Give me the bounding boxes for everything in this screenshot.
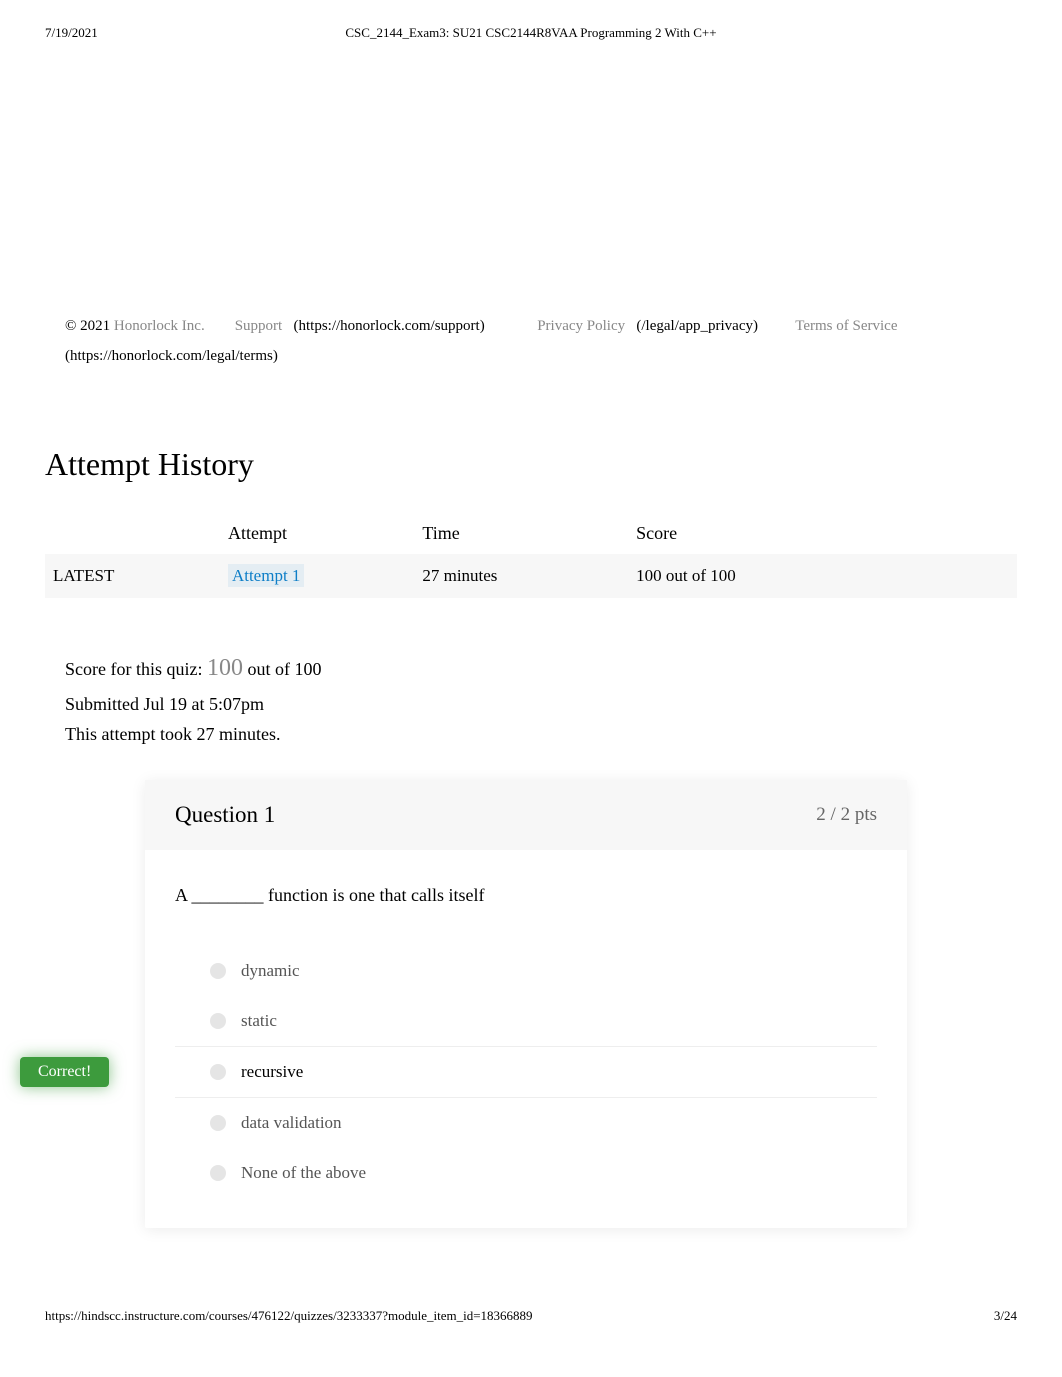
question-header: Question 1 2 / 2 pts (145, 780, 907, 850)
col-header-attempt: Attempt (220, 513, 414, 554)
question-body: A ________ function is one that calls it… (145, 850, 907, 1228)
terms-link[interactable]: Terms of Service (795, 318, 897, 334)
correct-badge: Correct! (20, 1057, 109, 1087)
question-card: Question 1 2 / 2 pts A ________ function… (145, 780, 907, 1228)
attempt-history-table: Attempt Time Score LATEST Attempt 1 27 m… (45, 513, 1017, 598)
radio-icon (210, 1165, 226, 1181)
company-name: Honorlock Inc. (114, 318, 205, 334)
radio-icon (210, 1013, 226, 1029)
copyright-symbol: © (65, 318, 76, 334)
col-header-status (45, 513, 220, 554)
radio-icon (210, 1064, 226, 1080)
legal-footer: © 2021 Honorlock Inc. Support (https://h… (45, 311, 1017, 371)
cell-time: 27 minutes (414, 554, 628, 598)
radio-icon (210, 963, 226, 979)
col-header-time: Time (414, 513, 628, 554)
score-out-of: out of 100 (247, 659, 321, 679)
option-label: recursive (241, 1062, 303, 1082)
question-points: 2 / 2 pts (816, 804, 877, 826)
submitted-text: Submitted Jul 19 at 5:07pm (65, 689, 997, 720)
option-label: data validation (241, 1113, 342, 1133)
question-title: Question 1 (175, 802, 275, 828)
terms-url: (https://honorlock.com/legal/terms) (65, 348, 278, 364)
header-title: CSC_2144_Exam3: SU21 CSC2144R8VAA Progra… (345, 25, 716, 41)
support-link[interactable]: Support (235, 318, 283, 334)
radio-icon (210, 1115, 226, 1131)
cell-status: LATEST (45, 554, 220, 598)
attempt-history-heading: Attempt History (45, 446, 1017, 483)
page-header: 7/19/2021 CSC_2144_Exam3: SU21 CSC2144R8… (0, 0, 1062, 51)
score-label: Score for this quiz: (65, 659, 207, 679)
question-prompt: A ________ function is one that calls it… (175, 885, 877, 906)
table-row: LATEST Attempt 1 27 minutes 100 out of 1… (45, 554, 1017, 598)
option-label: None of the above (241, 1163, 366, 1183)
answer-option[interactable]: None of the above (175, 1148, 877, 1198)
privacy-url: (/legal/app_privacy) (636, 318, 758, 334)
answer-option[interactable]: static (175, 996, 877, 1046)
col-header-score: Score (628, 513, 1017, 554)
score-value: 100 (207, 655, 243, 681)
cell-attempt: Attempt 1 (220, 554, 414, 598)
cell-score: 100 out of 100 (628, 554, 1017, 598)
table-header-row: Attempt Time Score (45, 513, 1017, 554)
footer-page-number: 3/24 (994, 1308, 1017, 1324)
privacy-link[interactable]: Privacy Policy (537, 318, 625, 334)
answer-option[interactable]: dynamic (175, 946, 877, 996)
score-summary: Score for this quiz: 100 out of 100 Subm… (45, 648, 1017, 750)
answer-option-selected[interactable]: recursive (175, 1046, 877, 1098)
duration-text: This attempt took 27 minutes. (65, 719, 997, 750)
support-url: (https://honorlock.com/support) (293, 318, 484, 334)
page-footer: https://hindscc.instructure.com/courses/… (0, 1228, 1062, 1344)
answer-option[interactable]: data validation (175, 1098, 877, 1148)
attempt-link[interactable]: Attempt 1 (228, 564, 304, 587)
option-label: static (241, 1011, 277, 1031)
footer-url: https://hindscc.instructure.com/courses/… (45, 1308, 533, 1324)
option-label: dynamic (241, 961, 300, 981)
header-date: 7/19/2021 (45, 25, 98, 41)
copyright-year: 2021 (80, 318, 110, 334)
